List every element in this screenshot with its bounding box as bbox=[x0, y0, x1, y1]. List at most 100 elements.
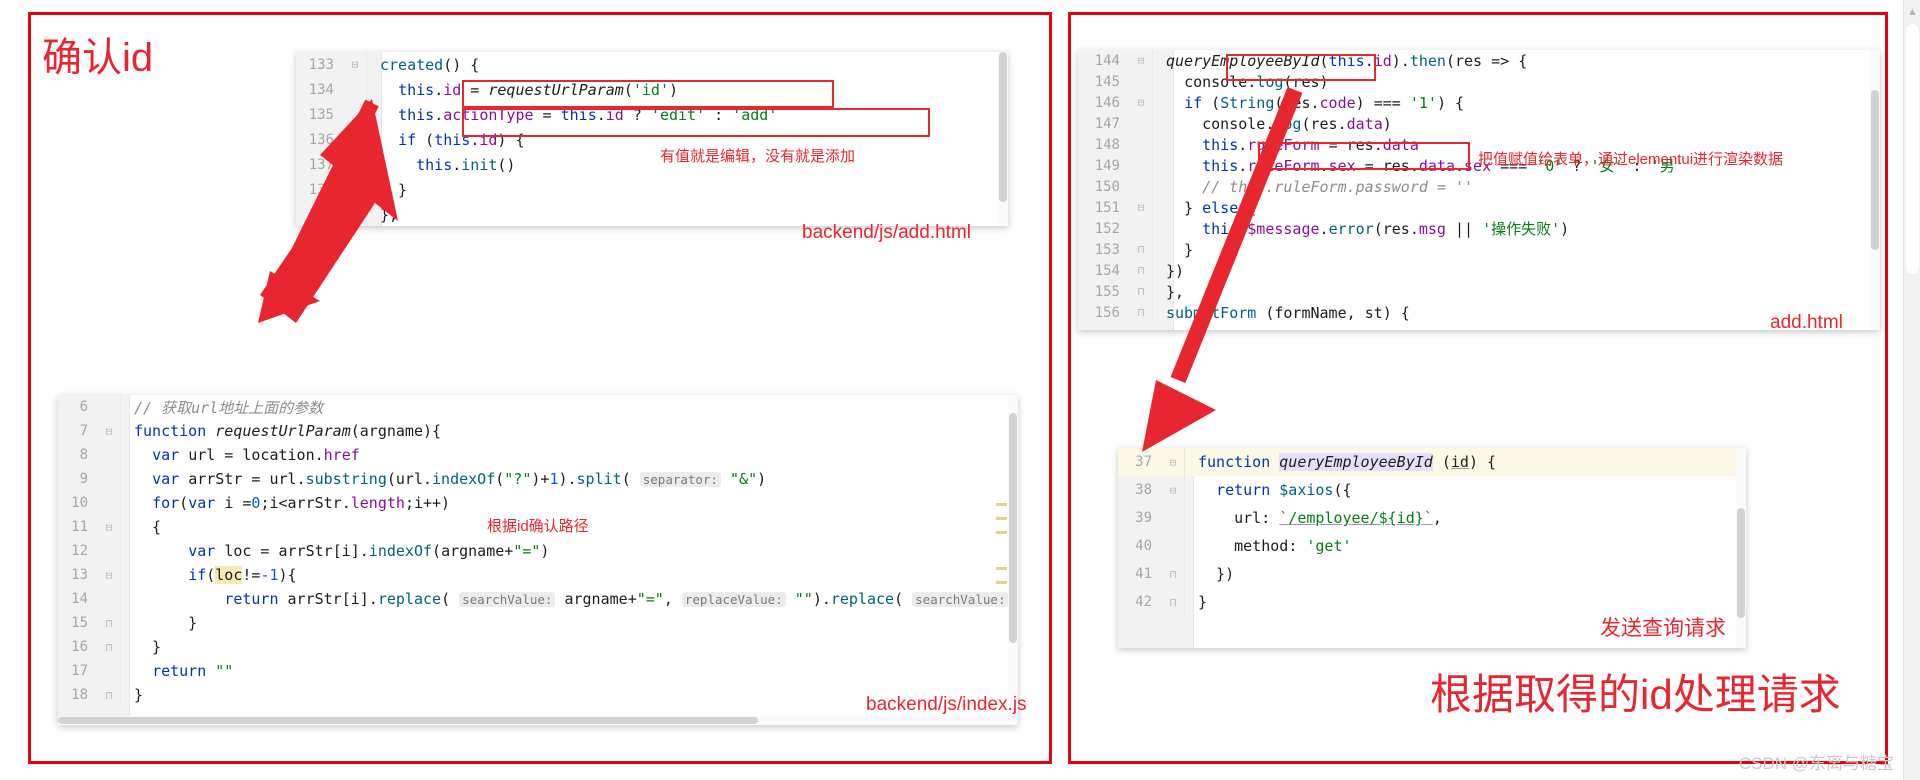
fold-toggle-icon[interactable]: ⊟ bbox=[1130, 54, 1152, 67]
card-vertical-scrollbar[interactable] bbox=[996, 395, 1018, 725]
fold-toggle-icon[interactable]: ⊓ bbox=[1130, 243, 1152, 256]
code-text: }, bbox=[380, 205, 399, 224]
line-number: 139 bbox=[308, 206, 334, 223]
code-line: 13 ⊟ if(loc!=-1){ bbox=[58, 563, 1018, 587]
code-text: method: 'get' bbox=[1234, 537, 1352, 555]
line-number: 11 bbox=[71, 519, 88, 535]
scroll-thumb[interactable] bbox=[1009, 413, 1017, 643]
file-tag-add-html: add.html bbox=[1770, 312, 1843, 333]
line-number: 144 bbox=[1094, 52, 1120, 69]
fold-toggle-icon[interactable]: ⊓ bbox=[1162, 568, 1184, 581]
card-vertical-scrollbar[interactable] bbox=[998, 52, 1008, 226]
gutter-rail bbox=[1152, 239, 1162, 260]
line-number: 10 bbox=[71, 495, 88, 511]
gutter-rail bbox=[120, 563, 130, 587]
gutter-rail bbox=[366, 177, 376, 202]
fold-toggle-icon[interactable]: ⊓ bbox=[98, 617, 120, 630]
code-line: 144 ⊟ queryEmployeeById(this.id).then(res … bbox=[1078, 50, 1880, 71]
fold-toggle-icon[interactable]: ⊟ bbox=[344, 133, 366, 146]
gutter-rail bbox=[366, 127, 376, 152]
code-text: return "" bbox=[152, 662, 234, 680]
line-number: 155 bbox=[1094, 283, 1120, 300]
fold-toggle-icon[interactable]: ⊓ bbox=[1130, 306, 1152, 319]
gutter-rail bbox=[1152, 134, 1162, 155]
fold-toggle-icon[interactable]: ⊓ bbox=[344, 208, 366, 221]
code-line: 155 ⊓}, bbox=[1078, 281, 1880, 302]
card-vertical-scrollbar[interactable] bbox=[1736, 448, 1746, 648]
gutter-rail bbox=[1184, 560, 1194, 588]
code-text: var arrStr = url.substring(url.indexOf("… bbox=[152, 470, 767, 488]
fold-toggle-icon[interactable]: ⊓ bbox=[1130, 285, 1152, 298]
fold-toggle-icon[interactable]: ⊟ bbox=[1130, 96, 1152, 109]
gutter-rail bbox=[1152, 302, 1162, 323]
screenshot-root: 确认id 133 ⊟ created() {134 this.id = reques… bbox=[0, 0, 1920, 780]
code-line: 136 ⊟ if (this.id) { bbox=[296, 127, 1008, 152]
code-text: // this.ruleForm.password = '' bbox=[1166, 177, 1474, 196]
scroll-thumb[interactable] bbox=[999, 52, 1007, 202]
scroll-thumb[interactable] bbox=[1737, 508, 1745, 618]
code-line: 17 return "" bbox=[58, 659, 1018, 683]
fold-toggle-icon[interactable]: ⊟ bbox=[344, 58, 366, 71]
code-text: url: `/employee/${id}`, bbox=[1234, 509, 1442, 527]
line-number: 152 bbox=[1094, 220, 1120, 237]
code-line: 134 this.id = requestUrlParam('id') bbox=[296, 77, 1008, 102]
code-text: if (String(res.code) === '1') { bbox=[1184, 93, 1465, 112]
scroll-marker bbox=[996, 567, 1007, 570]
fold-toggle-icon[interactable]: ⊟ bbox=[98, 521, 120, 534]
right-panel-title: 根据取得的id处理请求 bbox=[1430, 671, 1841, 718]
code-lines: 6 // 获取url地址上面的参数 7 ⊟ function requestUrlPar… bbox=[58, 395, 1018, 707]
code-text: } else { bbox=[1166, 198, 1257, 217]
chevron-up-icon[interactable]: ▲ bbox=[1904, 4, 1920, 21]
line-number: 136 bbox=[308, 131, 334, 148]
card-vertical-scrollbar[interactable] bbox=[1870, 50, 1880, 330]
fold-toggle-icon[interactable]: ⊓ bbox=[98, 689, 120, 702]
scroll-thumb[interactable] bbox=[58, 717, 758, 724]
left-panel-title: 确认id bbox=[42, 36, 154, 80]
fold-toggle-icon[interactable]: ⊓ bbox=[344, 183, 366, 196]
line-number: 147 bbox=[1094, 115, 1120, 132]
code-text: for(var i =0;i<arrStr.length;i++) bbox=[152, 494, 451, 512]
page-scroll-thumb[interactable] bbox=[1906, 24, 1919, 274]
page-scrollbar[interactable]: ▲ bbox=[1903, 0, 1920, 780]
scroll-marker bbox=[996, 581, 1007, 584]
gutter-rail bbox=[1184, 476, 1194, 504]
fold-toggle-icon[interactable]: ⊟ bbox=[1130, 201, 1152, 214]
line-number: 16 bbox=[71, 639, 88, 655]
code-line: 156 ⊓ submitForm (formName, st) { bbox=[1078, 302, 1880, 323]
fold-toggle-icon[interactable]: ⊓ bbox=[98, 641, 120, 654]
code-lines: 37 ⊟ function queryEmployeeById (id) {38 ⊟ … bbox=[1118, 448, 1746, 616]
line-number: 148 bbox=[1094, 136, 1120, 153]
gutter-rail bbox=[366, 52, 376, 77]
line-number: 156 bbox=[1094, 304, 1120, 321]
code-line: 9 var arrStr = url.substring(url.indexOf… bbox=[58, 467, 1018, 491]
card-horizontal-scrollbar[interactable] bbox=[58, 716, 1018, 725]
fold-toggle-icon[interactable]: ⊟ bbox=[1162, 484, 1184, 497]
code-text: created() { bbox=[380, 55, 480, 74]
line-number: 145 bbox=[1094, 73, 1120, 90]
code-text: var loc = arrStr[i].indexOf(argname+"=") bbox=[188, 542, 550, 560]
code-text: // 获取url地址上面的参数 bbox=[134, 398, 324, 417]
scroll-thumb[interactable] bbox=[1871, 90, 1879, 250]
gutter-rail bbox=[366, 77, 376, 102]
fold-toggle-icon[interactable]: ⊟ bbox=[98, 425, 120, 438]
fold-toggle-icon[interactable]: ⊓ bbox=[1162, 596, 1184, 609]
gutter-rail bbox=[1152, 113, 1162, 134]
code-line: 16 ⊓ } bbox=[58, 635, 1018, 659]
gutter-rail bbox=[120, 683, 130, 707]
fold-toggle-icon[interactable]: ⊟ bbox=[98, 569, 120, 582]
line-number: 9 bbox=[79, 471, 88, 487]
line-number: 40 bbox=[1135, 538, 1152, 554]
line-number: 42 bbox=[1135, 594, 1152, 610]
code-card-add-html-left: 133 ⊟ created() {134 this.id = requestUrlP… bbox=[296, 52, 1008, 226]
code-text: }) bbox=[1166, 261, 1185, 280]
fold-toggle-icon[interactable]: ⊟ bbox=[1162, 456, 1184, 469]
code-text: } bbox=[1166, 240, 1194, 259]
line-number: 135 bbox=[308, 106, 334, 123]
line-number: 146 bbox=[1094, 94, 1120, 111]
code-line: 150 // this.ruleForm.password = '' bbox=[1078, 176, 1880, 197]
line-number: 15 bbox=[71, 615, 88, 631]
file-tag-backend-js-add-html: backend/js/add.html bbox=[802, 222, 971, 243]
code-lines: 133 ⊟ created() {134 this.id = requestUrlP… bbox=[296, 52, 1008, 226]
fold-toggle-icon[interactable]: ⊓ bbox=[1130, 264, 1152, 277]
code-text: queryEmployeeById(this.id).then(res => { bbox=[1166, 51, 1528, 70]
